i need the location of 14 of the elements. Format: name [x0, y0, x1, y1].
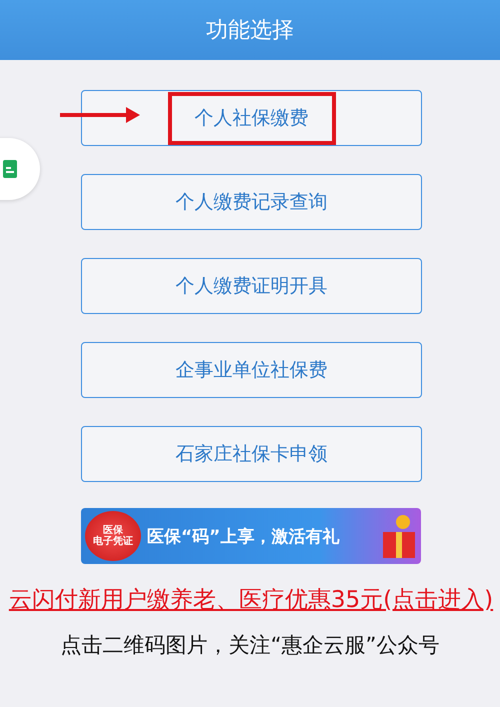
menu-button[interactable]: 个人缴费证明开具	[81, 258, 422, 314]
arrow-icon	[60, 107, 140, 123]
menu-button[interactable]: 个人缴费记录查询	[81, 174, 422, 230]
menu-button[interactable]: 企事业单位社保费	[81, 342, 422, 398]
promo-banner[interactable]: 医保 电子凭证 医保“码”上享，激活有礼	[81, 508, 421, 564]
banner-headline: 医保“码”上享，激活有礼	[147, 526, 340, 548]
footer-text: 点击二维码图片，关注“惠企云服”公众号	[60, 632, 440, 660]
badge: 医保 电子凭证	[85, 511, 141, 561]
header-title: 功能选择	[206, 17, 294, 45]
promo-link[interactable]: 云闪付新用户缴养老、医疗优惠35元(点击进入)	[8, 584, 494, 618]
menu-button[interactable]: 个人社保缴费	[81, 90, 422, 146]
document-icon	[3, 160, 17, 178]
gift-icon	[381, 514, 417, 558]
menu-button[interactable]: 石家庄社保卡申领	[81, 426, 422, 482]
